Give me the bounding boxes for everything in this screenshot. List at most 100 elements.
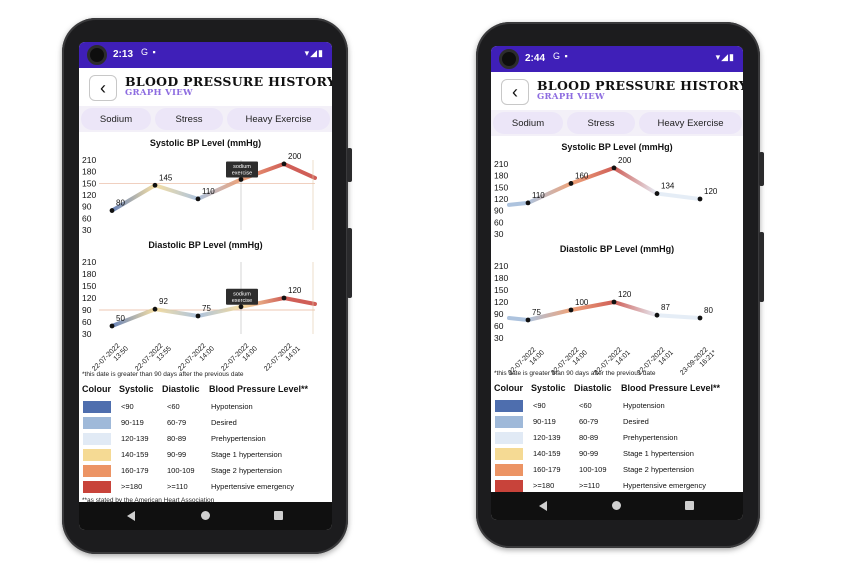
y-tick-label: 150 — [82, 178, 96, 188]
y-tick-label: 90 — [82, 202, 92, 212]
nav-back-icon[interactable] — [127, 511, 135, 521]
tab-sodium[interactable]: Sodium — [81, 108, 151, 130]
data-label: 120 — [704, 187, 718, 196]
data-point[interactable] — [568, 181, 574, 186]
colour-swatch — [495, 432, 523, 444]
data-point[interactable] — [195, 196, 201, 202]
systolic-range: <90 — [533, 401, 546, 410]
y-tick-label: 60 — [494, 321, 504, 331]
y-tick-label: 120 — [82, 293, 96, 303]
colour-swatch — [495, 480, 523, 492]
data-point[interactable] — [238, 304, 244, 310]
bp-level-name: Stage 1 hypertension — [623, 449, 694, 458]
systolic-chart: 210 180150 120 9060 30 80 145 110 200 sodiumexerc… — [82, 152, 317, 235]
diastolic-range: >=110 — [167, 482, 188, 491]
y-tick-label: 210 — [494, 261, 508, 271]
bp-level-name: Desired — [623, 417, 649, 426]
legend-row: 140-159 90-99 Stage 1 hypertension — [79, 448, 332, 464]
data-point[interactable] — [109, 323, 115, 329]
colour-swatch — [495, 464, 523, 476]
status-bar: 2:13 G ▪ ▾◢▮ — [79, 42, 332, 68]
data-point[interactable] — [152, 182, 158, 188]
data-point[interactable] — [281, 161, 287, 167]
y-tick-label: 30 — [82, 225, 92, 235]
diastolic-range: 90-99 — [579, 449, 599, 458]
systolic-range: 140-159 — [533, 449, 561, 458]
tab-heavy-exercise[interactable]: Heavy Exercise — [639, 112, 742, 134]
diastolic-range: 60-79 — [579, 417, 599, 426]
systolic-range: 90-119 — [121, 418, 144, 427]
data-label: 100 — [575, 298, 589, 307]
legend-row: 120-139 80-89 Prehypertension — [491, 431, 743, 447]
data-label: 75 — [532, 308, 541, 317]
nav-back-icon[interactable] — [539, 501, 547, 511]
systolic-chart-title: Systolic BP Level (mmHg) — [561, 142, 673, 152]
x-tick-label: 22-07-202214:01 — [263, 342, 302, 372]
series-line-segment — [612, 165, 659, 196]
data-point[interactable] — [654, 312, 660, 318]
colour-swatch — [83, 481, 111, 493]
series-line-segment — [282, 296, 317, 306]
data-point[interactable] — [281, 295, 287, 301]
legend-header-systolic: Systolic — [119, 384, 154, 394]
legend-header-level: Blood Pressure Level** — [209, 384, 309, 394]
y-tick-label: 30 — [494, 333, 504, 343]
page-subtitle: GRAPH VIEW — [125, 88, 193, 98]
tab-sodium[interactable]: Sodium — [493, 112, 563, 134]
data-label: 120 — [618, 290, 632, 299]
y-tick-label: 150 — [82, 281, 96, 291]
tooltip-line-2: exercise — [232, 298, 252, 304]
nav-home-icon[interactable] — [612, 501, 621, 510]
legend-row: >=180 >=110 Hypertensive emergency — [79, 480, 332, 496]
data-point[interactable] — [568, 307, 574, 313]
data-point[interactable] — [611, 165, 617, 171]
legend-row: 160-179 100-109 Stage 2 hypertension — [79, 464, 332, 480]
systolic-chart: 210 180150 120 9060 30 110 160 200 134 120 — [494, 156, 729, 239]
volume-button — [347, 228, 352, 298]
data-label: 110 — [202, 187, 215, 196]
tab-stress[interactable]: Stress — [155, 108, 223, 130]
power-button — [759, 152, 764, 186]
data-point[interactable] — [109, 208, 115, 213]
back-arrow-icon[interactable]: ‹ — [501, 79, 529, 105]
diastolic-range: 80-89 — [579, 433, 599, 442]
tooltip-line-1: sodium — [233, 291, 251, 297]
data-point[interactable] — [654, 191, 660, 196]
nav-recents-icon[interactable] — [274, 511, 283, 520]
y-tick-label: 60 — [494, 217, 504, 227]
bp-level-name: Hypertensive emergency — [623, 481, 706, 490]
series-line-segment — [153, 183, 200, 201]
x-tick-label: 23-09-202216:21* — [679, 346, 718, 376]
back-arrow-icon[interactable]: ‹ — [89, 75, 117, 101]
y-tick-label: 90 — [494, 309, 504, 319]
status-bar: 2:44 G ▪ ▾◢▮ — [491, 46, 743, 72]
signal-battery-icon: ▾◢▮ — [304, 48, 324, 58]
y-tick-label: 150 — [494, 285, 508, 295]
data-point[interactable] — [697, 196, 703, 202]
colour-swatch — [495, 416, 523, 428]
data-label: 110 — [532, 191, 545, 200]
nav-home-icon[interactable] — [200, 511, 210, 520]
tab-heavy-exercise[interactable]: Heavy Exercise — [227, 108, 330, 130]
data-point[interactable] — [697, 315, 703, 321]
data-point[interactable] — [611, 299, 617, 305]
annotation-tooltip: sodiumexercise — [226, 161, 258, 178]
data-point[interactable] — [152, 306, 158, 312]
y-tick-label: 180 — [494, 273, 508, 283]
nav-recents-icon[interactable] — [685, 501, 694, 510]
data-point[interactable] — [525, 200, 531, 206]
diastolic-range: 80-89 — [167, 434, 187, 443]
legend-row: 90-119 60-79 Desired — [79, 416, 332, 432]
systolic-range: 90-119 — [533, 417, 556, 426]
data-point[interactable] — [525, 317, 531, 323]
y-tick-label: 30 — [82, 329, 92, 339]
tab-stress[interactable]: Stress — [567, 112, 635, 134]
front-camera — [87, 45, 107, 65]
tooltip-line-2: exercise — [232, 170, 252, 176]
colour-swatch — [83, 449, 111, 461]
data-point[interactable] — [238, 177, 244, 182]
volume-button — [759, 232, 764, 302]
y-tick-label: 210 — [82, 257, 96, 267]
data-point[interactable] — [195, 313, 201, 319]
data-label: 200 — [618, 156, 632, 165]
